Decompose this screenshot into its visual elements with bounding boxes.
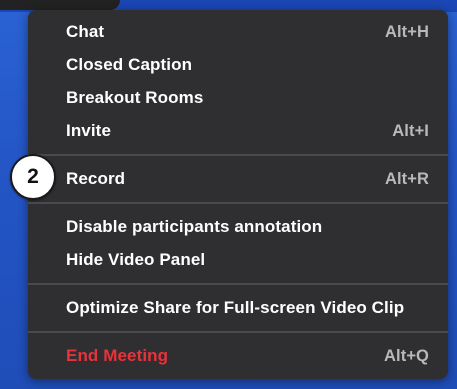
- menu-item-invite[interactable]: Invite Alt+I: [66, 116, 429, 146]
- menu-item-label: Breakout Rooms: [66, 88, 204, 107]
- menu-divider: [28, 283, 448, 285]
- menu-item-label: End Meeting: [66, 346, 169, 365]
- menu-divider: [28, 202, 448, 204]
- step-number-badge: 2: [10, 154, 56, 200]
- menu-item-label: Closed Caption: [66, 55, 193, 74]
- menu-item-shortcut: Alt+Q: [384, 346, 429, 365]
- menu-item-closed-caption[interactable]: Closed Caption: [66, 50, 429, 80]
- menu-item-disable-participants-annotation[interactable]: Disable participants annotation: [66, 212, 429, 242]
- menu-item-breakout-rooms[interactable]: Breakout Rooms: [66, 83, 429, 113]
- menu-divider: [28, 154, 448, 156]
- menu-item-label: Hide Video Panel: [66, 250, 206, 269]
- menu-item-chat[interactable]: Chat Alt+H: [66, 17, 429, 47]
- window-edge: [0, 0, 120, 10]
- menu-item-label: Disable participants annotation: [66, 217, 323, 236]
- menu-item-shortcut: Alt+R: [384, 169, 429, 188]
- menu-item-shortcut: Alt+H: [384, 22, 429, 41]
- menu-item-label: Optimize Share for Full-screen Video Cli…: [66, 298, 405, 317]
- menu-item-label: Record: [66, 169, 126, 188]
- menu-divider: [28, 331, 448, 333]
- menu-item-hide-video-panel[interactable]: Hide Video Panel: [66, 245, 429, 275]
- menu-item-shortcut: Alt+I: [392, 121, 429, 140]
- menu-item-label: Invite: [66, 121, 112, 140]
- menu-item-end-meeting[interactable]: End Meeting Alt+Q: [66, 341, 429, 371]
- menu-item-optimize-share[interactable]: Optimize Share for Full-screen Video Cli…: [66, 293, 429, 323]
- menu-item-label: Chat: [66, 22, 105, 41]
- menu-item-record[interactable]: Record Alt+R: [66, 164, 429, 194]
- more-options-menu: Chat Alt+H Closed Caption Breakout Rooms…: [28, 10, 448, 379]
